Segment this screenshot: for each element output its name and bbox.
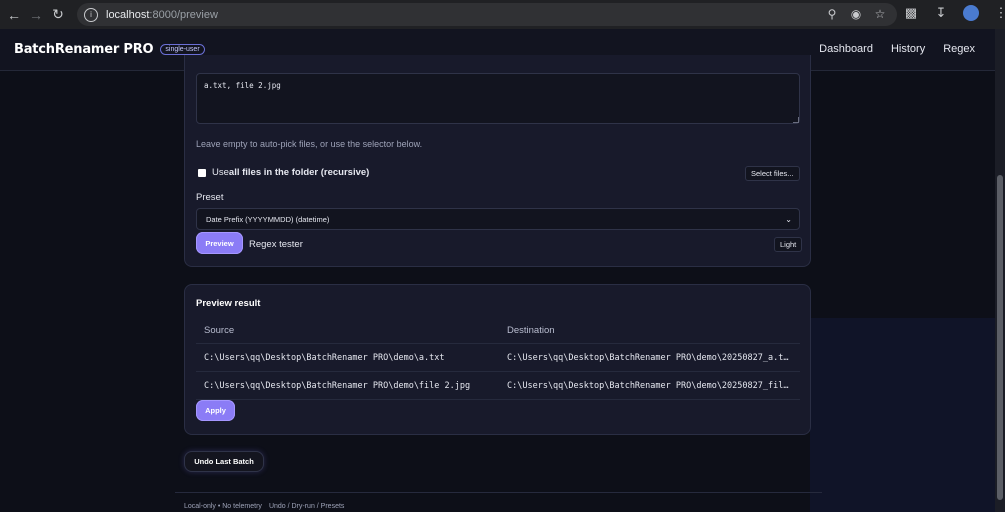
- footer-features: Undo / Dry-run / Presets: [268, 503, 345, 510]
- eye-off-icon[interactable]: ◉: [849, 7, 863, 21]
- footer-privacy: Local-only • No telemetry: [184, 503, 262, 510]
- background-panel: [810, 318, 995, 512]
- select-files-button[interactable]: Select files...: [745, 166, 800, 181]
- reload-icon[interactable]: ↻: [47, 4, 69, 26]
- preview-result-card: Preview result Source Destination C:\Use…: [184, 284, 811, 435]
- destination-path: C:\Users\qq\Desktop\BatchRenamer PRO\dem…: [507, 352, 789, 363]
- site-info-icon[interactable]: i: [84, 7, 98, 22]
- extensions-icon[interactable]: ▩: [903, 5, 919, 21]
- address-bar[interactable]: i localhost:8000/preview ⚲ ◉ ☆: [77, 3, 897, 26]
- forward-arrow-icon[interactable]: →: [25, 4, 47, 26]
- preview-result-title: Preview result: [196, 298, 261, 309]
- mode-badge: single-user: [160, 44, 205, 55]
- page-scrollbar[interactable]: [995, 29, 1005, 512]
- preset-select[interactable]: Date Prefix (YYYYMMDD) (datetime) ⌄: [196, 208, 800, 230]
- undo-last-batch-button[interactable]: Undo Last Batch: [184, 451, 264, 472]
- all-files-label-prefix: Use: [212, 167, 229, 178]
- destination-path: C:\Users\qq\Desktop\BatchRenamer PRO\dem…: [507, 380, 789, 391]
- files-hint: Leave empty to auto-pick files, or use t…: [196, 139, 423, 149]
- back-arrow-icon[interactable]: ←: [3, 4, 25, 26]
- preset-value: Date Prefix (YYYYMMDD) (datetime): [206, 215, 330, 224]
- download-icon[interactable]: ↧: [933, 5, 949, 21]
- nav-history[interactable]: History: [891, 43, 925, 55]
- top-nav: Dashboard History Regex: [819, 43, 975, 55]
- nav-dashboard[interactable]: Dashboard: [819, 43, 873, 55]
- files-input[interactable]: a.txt, file 2.jpg: [196, 73, 800, 124]
- url-text[interactable]: localhost:8000/preview: [106, 9, 218, 21]
- regex-tester-link[interactable]: Regex tester: [249, 239, 303, 250]
- all-files-checkbox[interactable]: [198, 168, 206, 177]
- nav-regex[interactable]: Regex: [943, 43, 975, 55]
- apply-button[interactable]: Apply: [196, 400, 235, 421]
- column-source: Source: [204, 325, 235, 336]
- all-files-label: all files in the folder (recursive): [228, 167, 370, 178]
- profile-avatar[interactable]: [963, 5, 979, 21]
- resize-grip-icon[interactable]: [793, 117, 799, 123]
- footer-divider: [175, 492, 822, 493]
- menu-kebab-icon[interactable]: ⋮: [993, 5, 1005, 21]
- preview-button[interactable]: Preview: [196, 232, 243, 254]
- theme-toggle-button[interactable]: Light: [774, 237, 803, 252]
- zoom-icon[interactable]: ⚲: [825, 7, 839, 21]
- table-header-row: Source Destination: [196, 318, 800, 344]
- footer: Local-only • No telemetry Undo / Dry-run…: [184, 503, 344, 510]
- brand-title: BatchRenamer PRO: [14, 42, 154, 57]
- source-path: C:\Users\qq\Desktop\BatchRenamer PRO\dem…: [204, 380, 471, 391]
- column-destination: Destination: [507, 325, 555, 336]
- preview-table: Source Destination C:\Users\qq\Desktop\B…: [196, 318, 800, 400]
- rename-form-card: a.txt, file 2.jpg Leave empty to auto-pi…: [184, 55, 811, 267]
- preset-label: Preset: [196, 192, 224, 203]
- scrollbar-thumb[interactable]: [997, 175, 1003, 500]
- table-row: C:\Users\qq\Desktop\BatchRenamer PRO\dem…: [196, 372, 800, 400]
- source-path: C:\Users\qq\Desktop\BatchRenamer PRO\dem…: [204, 352, 445, 363]
- table-row: C:\Users\qq\Desktop\BatchRenamer PRO\dem…: [196, 344, 800, 372]
- browser-toolbar: ← → ↻ i localhost:8000/preview ⚲ ◉ ☆ ▩ ↧…: [0, 0, 1005, 29]
- all-files-option[interactable]: Use all files in the folder (recursive): [198, 167, 369, 178]
- bookmark-star-icon[interactable]: ☆: [873, 7, 887, 21]
- chevron-down-icon: ⌄: [785, 215, 792, 224]
